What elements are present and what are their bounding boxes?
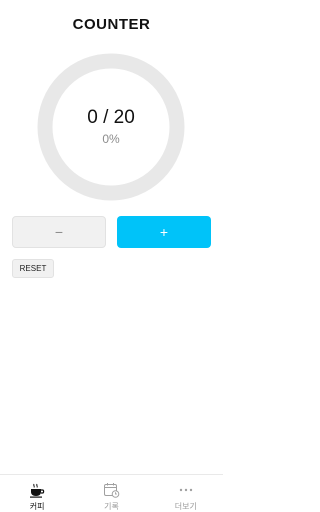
percent-display: 0% (102, 132, 120, 147)
tab-coffee-label: 커피 (29, 502, 45, 511)
decrement-button[interactable]: − (12, 216, 106, 248)
increment-label: + (159, 224, 169, 240)
calendar-clock-icon (102, 482, 120, 498)
tab-coffee[interactable]: 커피 (0, 475, 74, 512)
progress-ring-text: 0 / 20 0% (36, 52, 186, 202)
count-display: 0 / 20 (87, 106, 135, 128)
increment-button[interactable]: + (117, 216, 211, 248)
decrement-label: − (54, 224, 64, 240)
counter-screen: COUNTER 0 / 20 0% − + RESET 커피 기록 더보기 (0, 0, 223, 512)
page-title: COUNTER (72, 16, 151, 33)
coffee-cup-icon (28, 482, 46, 498)
progress-ring: 0 / 20 0% (36, 52, 186, 202)
more-dots-icon (177, 482, 195, 498)
tab-history[interactable]: 기록 (74, 475, 148, 512)
tab-history-label: 기록 (104, 502, 119, 511)
tab-more[interactable]: 더보기 (149, 475, 223, 512)
tab-more-label: 더보기 (174, 502, 197, 511)
reset-button[interactable]: RESET (12, 259, 54, 278)
bottom-tab-bar: 커피 기록 더보기 (0, 474, 223, 512)
reset-label: RESET (19, 264, 47, 273)
